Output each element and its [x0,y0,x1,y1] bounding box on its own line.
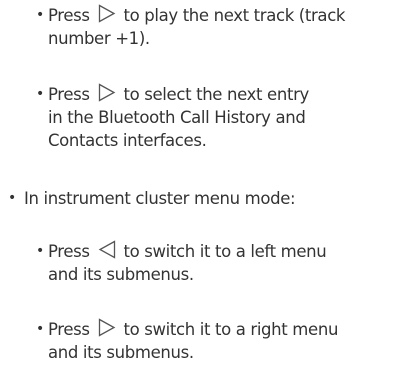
bullet-item-right-menu: • Press to switch it to a right menu and… [36,318,339,364]
item-text-line: In instrument cluster menu mode: [24,189,296,208]
item-text-line: to switch it to a right menu [123,320,339,339]
bullet-glyph: • [36,243,44,259]
bullet-glyph: • [36,7,44,23]
item-text-line: to select the next entry [123,85,310,104]
item-text-line: Contacts interfaces. [48,131,207,150]
right-triangle-icon [98,318,116,337]
item-text-line: and its submenus. [48,265,194,284]
bullet-item-next-entry: • Press to select the next entry in the … [36,83,310,152]
bullet-glyph: • [36,321,44,337]
right-triangle-icon [98,4,116,23]
item-text-line: to play the next track (track [123,6,346,25]
bullet-item-cluster-menu-mode: • In instrument cluster menu mode: [8,187,296,210]
right-triangle-icon [98,83,116,102]
left-triangle-icon [98,240,116,259]
item-text-line: number +1). [48,29,150,48]
press-label: Press [48,85,90,104]
bullet-item-left-menu: • Press to switch it to a left menu and … [36,240,327,286]
item-text-line: to switch it to a left menu [123,242,327,261]
press-label: Press [48,242,90,261]
bullet-item-next-track: • Press to play the next track (track nu… [36,4,346,50]
item-text-line: and its submenus. [48,343,194,362]
manual-document: • Press to play the next track (track nu… [0,0,407,371]
press-label: Press [48,320,90,339]
item-text-line: in the Bluetooth Call History and [48,108,306,127]
bullet-glyph: • [36,86,44,102]
bullet-glyph: • [8,190,16,206]
press-label: Press [48,6,90,25]
